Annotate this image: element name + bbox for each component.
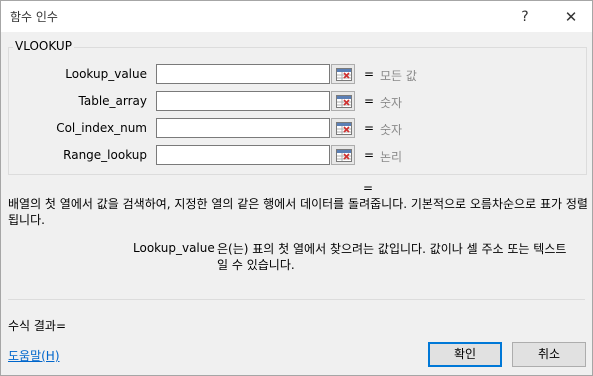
lookup-value-collapse-button[interactable] <box>331 64 355 84</box>
arg-label: Table_array <box>78 94 148 108</box>
arg-type-hint: 숫자 <box>380 123 403 137</box>
arg-help-text: 은(는) 표의 첫 열에서 찾으려는 값입니다. 값이나 셀 주소 또는 텍스트… <box>217 242 567 272</box>
dialog-title: 함수 인수 <box>10 10 58 24</box>
arg-label: Lookup_value <box>65 67 147 81</box>
range-lookup-input[interactable] <box>156 145 330 165</box>
arg-label: Col_index_num <box>56 121 147 135</box>
arg-row-lookup-value: Lookup_value = 모든 값 <box>1 64 592 86</box>
table-array-input[interactable] <box>156 91 330 111</box>
formula-result: 수식 결과= <box>8 319 67 333</box>
range-select-icon <box>336 122 352 135</box>
divider <box>8 299 585 300</box>
col-index-num-collapse-button[interactable] <box>331 118 355 138</box>
arg-eq: = <box>364 94 375 108</box>
title-bar: 함수 인수 ? ✕ <box>1 1 592 32</box>
arg-eq: = <box>364 67 375 81</box>
table-array-collapse-button[interactable] <box>331 91 355 111</box>
help-icon[interactable]: ? <box>513 7 537 27</box>
function-result-eq: = <box>363 181 374 195</box>
col-index-num-input[interactable] <box>156 118 330 138</box>
function-name: VLOOKUP <box>13 39 74 53</box>
arg-eq: = <box>364 121 375 135</box>
arg-eq: = <box>364 148 375 162</box>
arg-row-range-lookup: Range_lookup = 논리 <box>1 145 592 167</box>
close-icon[interactable]: ✕ <box>559 7 583 27</box>
function-arguments-dialog: 함수 인수 ? ✕ VLOOKUP Lookup_value = 모든 값 Ta… <box>0 0 593 376</box>
arg-row-table-array: Table_array = 숫자 <box>1 91 592 113</box>
arg-type-hint: 숫자 <box>380 96 403 110</box>
range-select-icon <box>336 95 352 108</box>
lookup-value-input[interactable] <box>156 64 330 84</box>
function-description: 배열의 첫 열에서 값을 검색하여, 지정한 열의 같은 행에서 데이터를 돌려… <box>8 197 588 227</box>
arg-type-hint: 논리 <box>380 150 403 164</box>
range-select-icon <box>336 149 352 162</box>
range-select-icon <box>336 68 352 81</box>
ok-button[interactable]: 확인 <box>428 342 502 367</box>
arg-row-col-index-num: Col_index_num = 숫자 <box>1 118 592 140</box>
help-link[interactable]: 도움말(H) <box>8 347 60 364</box>
range-lookup-collapse-button[interactable] <box>331 145 355 165</box>
arg-label: Range_lookup <box>63 148 147 162</box>
arg-type-hint: 모든 값 <box>380 69 417 83</box>
arg-help-name: Lookup_value <box>133 241 215 255</box>
cancel-button[interactable]: 취소 <box>512 342 586 367</box>
